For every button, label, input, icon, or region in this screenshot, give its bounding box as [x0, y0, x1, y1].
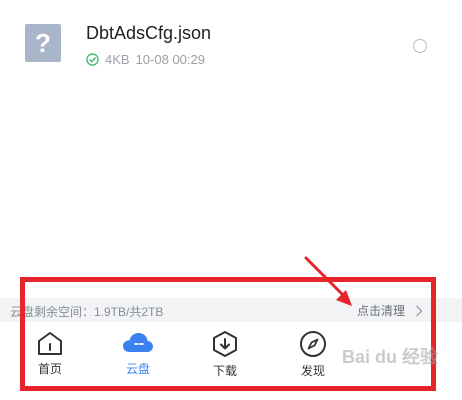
- unknown-file-icon: ?: [25, 24, 61, 62]
- file-size: 4KB: [105, 52, 130, 67]
- select-checkbox[interactable]: [413, 39, 427, 53]
- highlight-frame: [20, 277, 436, 391]
- file-meta: 4KB 10-08 00:29: [86, 52, 205, 67]
- synced-check-icon: [86, 53, 99, 66]
- annotation-arrow-icon: [304, 256, 352, 306]
- watermark: Bai du 经验: [342, 347, 439, 367]
- file-name: DbtAdsCfg.json: [86, 23, 212, 43]
- file-list-item[interactable]: ? DbtAdsCfg.json 4KB 10-08 00:29: [0, 0, 462, 90]
- file-date: 10-08 00:29: [135, 52, 205, 67]
